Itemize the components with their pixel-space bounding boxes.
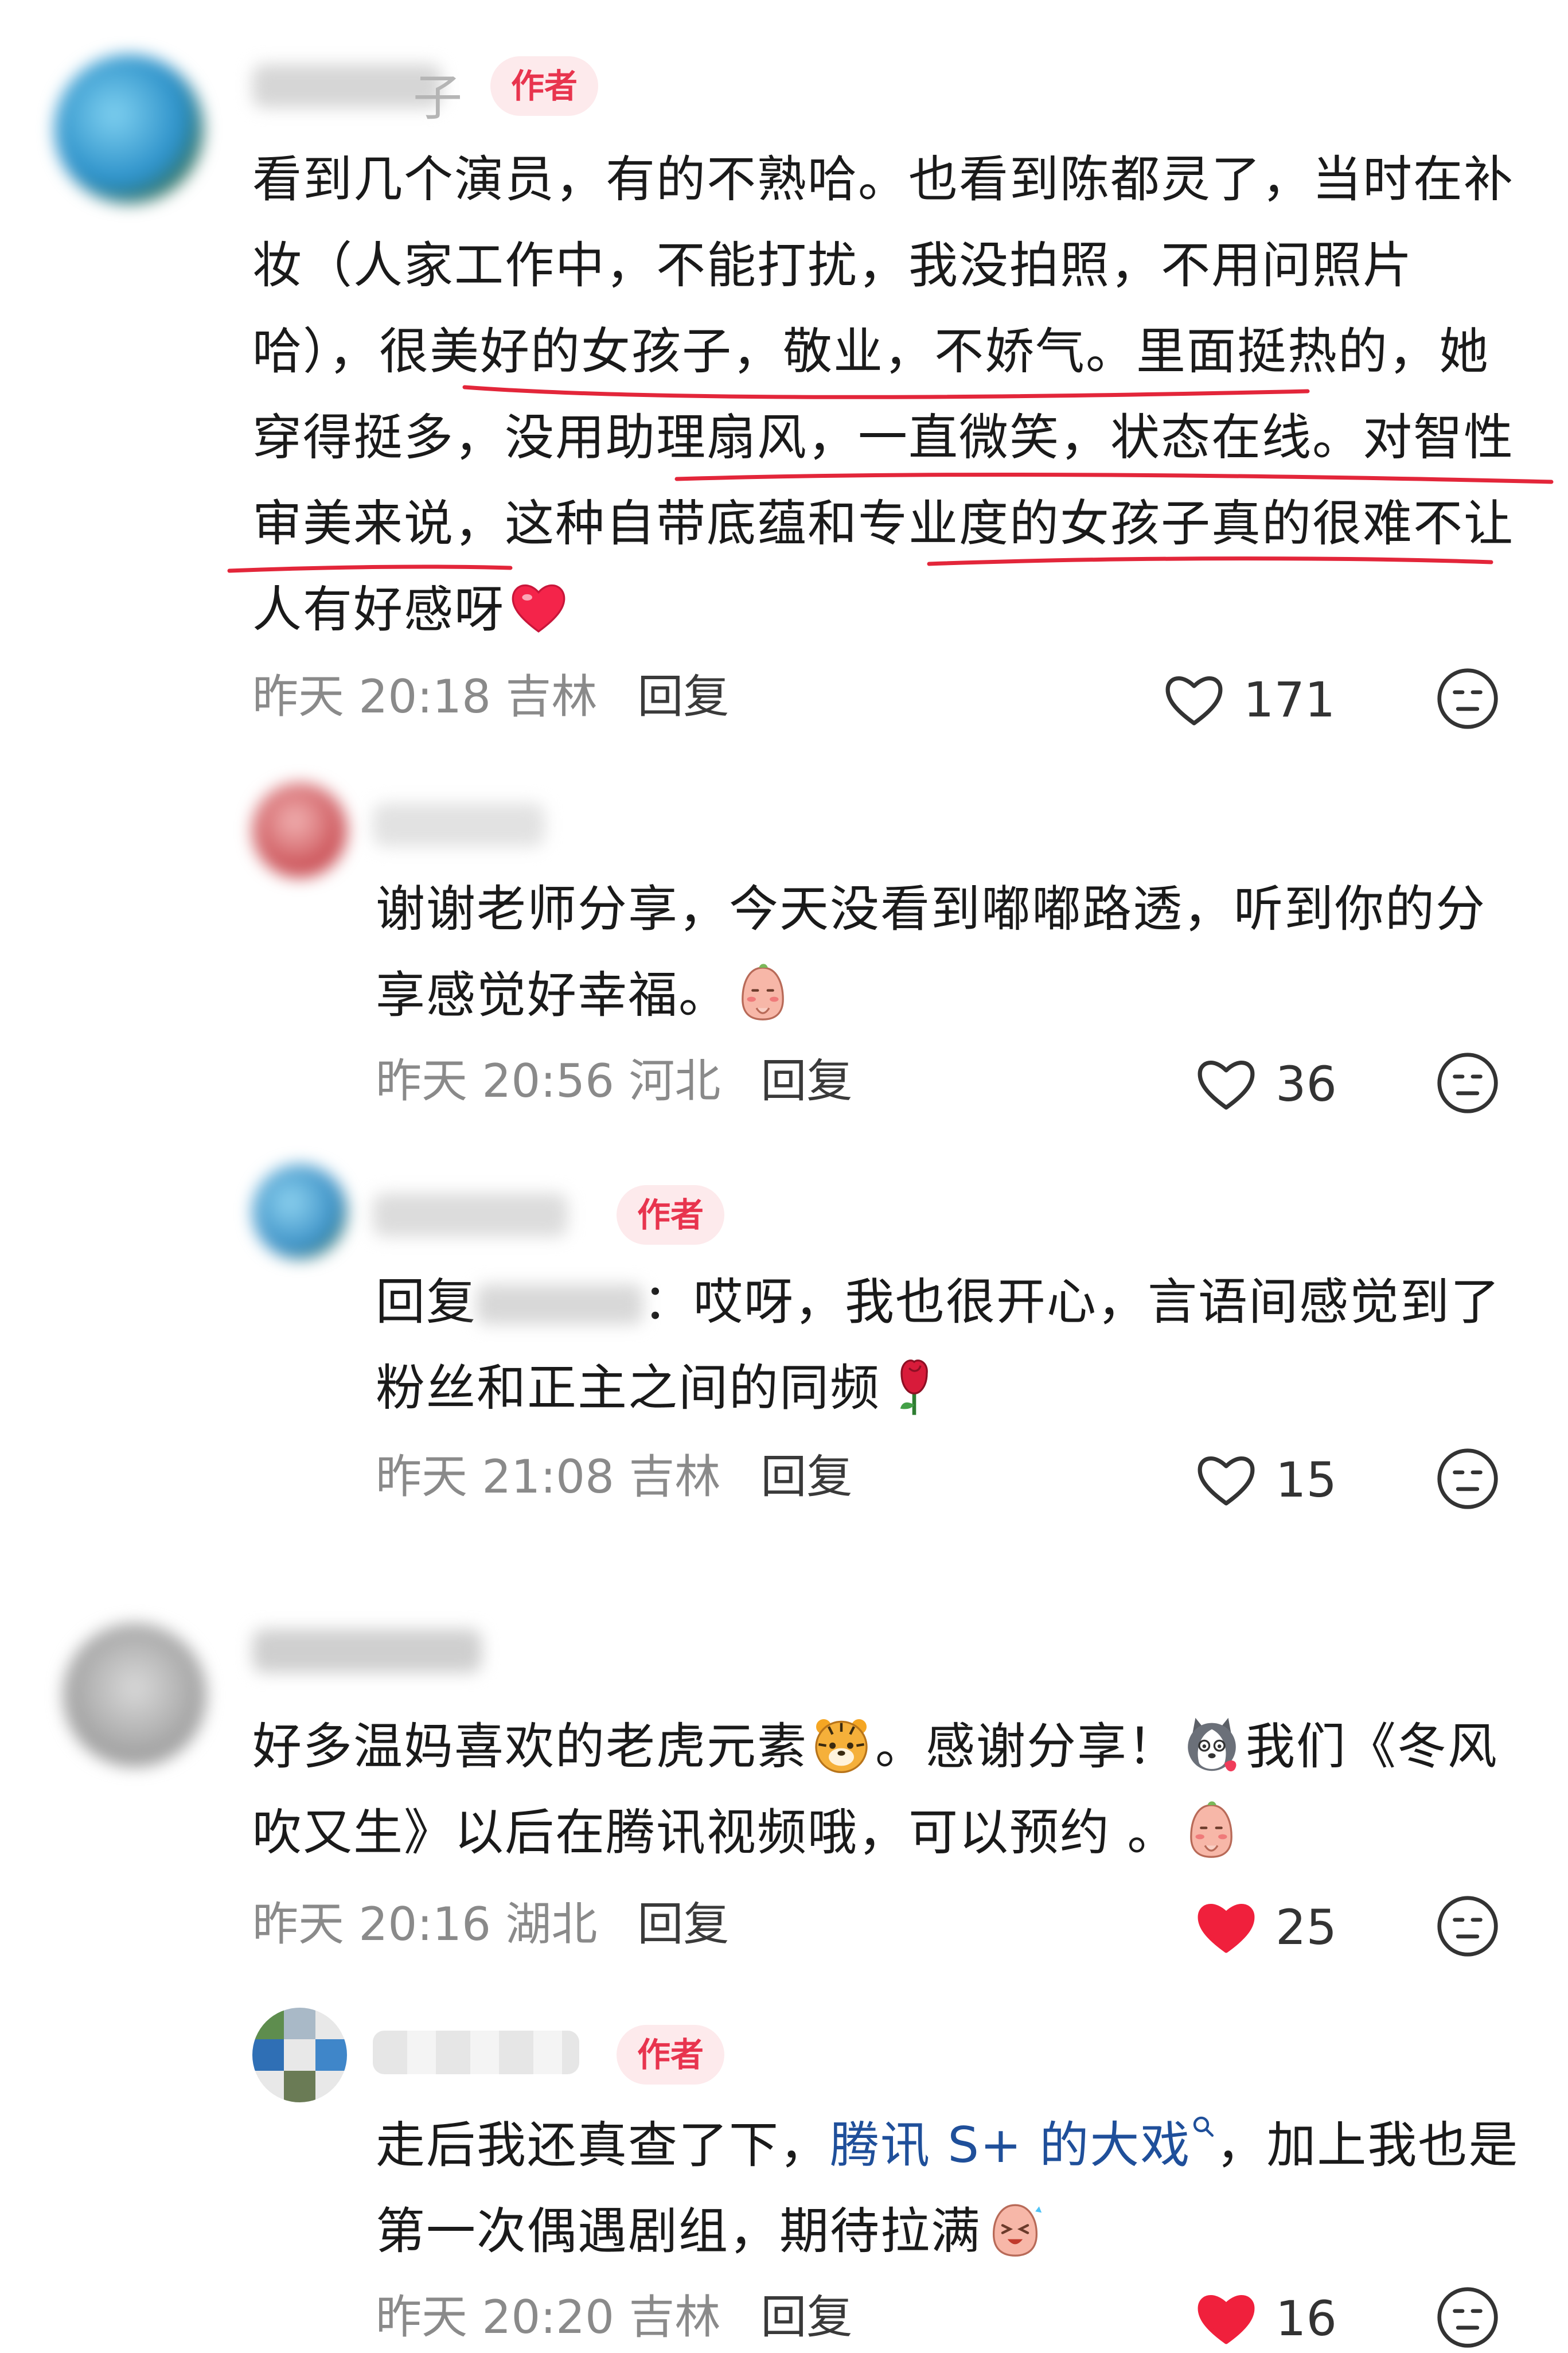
like-count: 16 [1276, 2290, 1337, 2347]
comment-text: 谢谢老师分享，今天没看到嘟嘟路透，听到你的分享感觉好幸福。 [376, 881, 1486, 1024]
username[interactable] [373, 2031, 579, 2074]
heart-outline-icon [1165, 676, 1223, 726]
dislike-face-icon[interactable] [1436, 1051, 1500, 1115]
reply-button[interactable]: 回复 [637, 1898, 729, 1951]
comment-4: 好多温妈喜欢的老虎元素 。感谢分享！ 我们《冬风吹又生》以后在腾讯视频哦，可以预约 … [0, 1555, 1568, 1990]
like-count: 15 [1276, 1452, 1337, 1508]
comment-text: 看到几个演员，有的不熟哈。也看到陈都灵了，当时在补妆（人家工作中，不能打扰，我没… [252, 151, 1514, 638]
avatar[interactable] [252, 1164, 347, 1259]
reply-button[interactable]: 回复 [760, 1450, 852, 1503]
praying-character-emoji-icon [1190, 1801, 1233, 1858]
username[interactable] [373, 1193, 568, 1237]
heart-outline-icon [1198, 1061, 1255, 1110]
username[interactable] [373, 803, 545, 847]
like-count: 36 [1276, 1056, 1337, 1112]
heart-filled-icon [1198, 1904, 1255, 1953]
like-button[interactable]: 171 [1160, 665, 1335, 734]
dislike-face-icon[interactable] [1436, 1447, 1500, 1511]
author-badge: 作者 [617, 2025, 725, 2085]
author-badge: 作者 [617, 1185, 725, 1245]
username-visible-char: 子 [413, 69, 462, 127]
comment-2: 谢谢老师分享，今天没看到嘟嘟路透，听到你的分享感觉好幸福。 昨天 20:56 河… [0, 763, 1568, 1153]
dislike-face-icon[interactable] [1436, 1894, 1500, 1958]
comment-text: 走后我还真查了下，腾讯 S+ 的大戏 ，加上我也是第一次偶遇剧组，期待拉满 [376, 2102, 1534, 2274]
avatar[interactable] [252, 783, 347, 878]
heart-filled-icon [1198, 2295, 1255, 2344]
heart-emoji-icon [512, 584, 565, 633]
comment-text: 回复 ：哎呀，我也很开心，言语间感觉到了粉丝和正主之间的同频 [376, 1273, 1501, 1417]
username[interactable] [252, 1629, 482, 1673]
avatar[interactable] [63, 1623, 206, 1767]
like-button[interactable]: 25 [1192, 1893, 1337, 1962]
search-link[interactable]: 腾讯 S+ 的大戏 [830, 2116, 1216, 2174]
excited-character-emoji-icon [992, 2204, 1042, 2257]
tiger-face-emoji-icon [815, 1719, 868, 1774]
reply-button[interactable]: 回复 [760, 1054, 852, 1108]
reply-button[interactable]: 回复 [637, 670, 729, 723]
like-button[interactable]: 15 [1192, 1446, 1337, 1514]
comment-5: 作者 走后我还真查了下，腾讯 S+ 的大戏 ，加上我也是第一次偶遇剧组，期待拉满 … [0, 1990, 1568, 2350]
comment-meta: 昨天 21:08 吉林 回复 [376, 1450, 853, 1503]
comment-1: 子 作者 看到几个演员，有的不熟哈。也看到陈都灵了，当时在补妆（人家工作中，不能… [0, 0, 1568, 763]
husky-dog-emoji-icon [1188, 1717, 1237, 1772]
like-button[interactable]: 16 [1192, 2284, 1337, 2353]
rose-emoji-icon [900, 1359, 928, 1415]
reply-button[interactable]: 回复 [760, 2290, 852, 2344]
comment-text: 好多温妈喜欢的老虎元素 。感谢分享！ 我们《冬风吹又生》以后在腾讯视频哦，可以预约 … [252, 1704, 1526, 1876]
dislike-face-icon[interactable] [1436, 667, 1500, 731]
praying-character-emoji-icon [742, 964, 784, 1020]
comment-meta: 昨天 20:20 吉林 回复 [376, 2290, 853, 2344]
comment-meta: 昨天 20:56 河北 回复 [376, 1054, 853, 1108]
like-count: 171 [1243, 672, 1336, 728]
like-count: 25 [1276, 1899, 1337, 1955]
comment-meta: 昨天 20:18 吉林 回复 [252, 670, 730, 723]
mentioned-username[interactable] [477, 1284, 643, 1324]
heart-outline-icon [1198, 1456, 1255, 1506]
search-icon [1193, 2116, 1214, 2137]
avatar[interactable] [252, 2008, 347, 2102]
comment-meta: 昨天 20:16 湖北 回复 [252, 1898, 730, 1951]
dislike-face-icon[interactable] [1436, 2285, 1500, 2350]
comment-3: 作者 回复 ：哎呀，我也很开心，言语间感觉到了粉丝和正主之间的同频 昨天 21:0… [0, 1153, 1568, 1555]
like-button[interactable]: 36 [1192, 1050, 1337, 1119]
author-badge: 作者 [490, 56, 599, 116]
avatar[interactable] [54, 54, 204, 204]
